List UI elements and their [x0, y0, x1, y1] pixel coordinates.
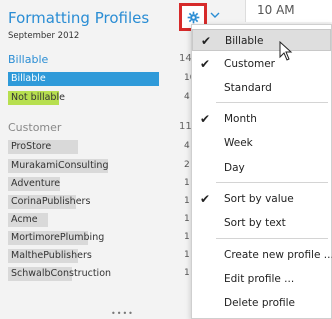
time-label: 10 AM	[257, 3, 295, 17]
billable-row[interactable]: Billable	[8, 72, 159, 86]
menu-item-standard[interactable]: Standard	[192, 77, 331, 99]
customer-row-value: 1	[184, 232, 190, 242]
panel-subtitle: September 2012	[8, 31, 80, 41]
customer-row-adventure[interactable]: Adventure	[8, 177, 60, 191]
resize-handle[interactable]: ••••	[111, 309, 134, 318]
customer-row-value: 1	[184, 214, 190, 224]
customer-row-malthe[interactable]: MalthePublishers	[8, 249, 92, 263]
formatting-profiles-panel: Formatting Profiles September 2012 Billa…	[0, 0, 196, 319]
menu-item-customer[interactable]: ✔ Customer	[192, 53, 331, 75]
menu-item-create-profile[interactable]: Create new profile ...	[192, 244, 332, 266]
billable-section-count: 14	[179, 53, 192, 64]
menu-separator	[216, 238, 328, 239]
menu-item-sort-by-text[interactable]: Sort by text	[192, 212, 331, 234]
menu-item-edit-profile[interactable]: Edit profile ...	[192, 268, 331, 290]
menu-item-label: Billable	[225, 35, 264, 47]
checkmark-icon: ✔	[200, 192, 211, 206]
customer-row-value: 1	[184, 178, 190, 188]
not-billable-row-value: 4	[184, 92, 190, 102]
menu-separator	[216, 182, 328, 183]
menu-item-sort-by-value[interactable]: ✔ Sort by value	[192, 188, 331, 210]
menu-item-label: Create new profile ...	[224, 249, 332, 261]
customer-row-murakami[interactable]: MurakamiConsulting	[8, 159, 109, 173]
menu-item-label: Customer	[224, 58, 276, 70]
menu-item-label: Day	[224, 162, 245, 174]
menu-item-label: Week	[224, 137, 253, 149]
menu-item-billable[interactable]: ✔ Billable	[192, 29, 331, 51]
customer-row-mortimore[interactable]: MortimorePlumbing	[8, 231, 104, 245]
menu-item-week[interactable]: Week	[192, 132, 331, 154]
menu-item-label: Sort by text	[224, 217, 286, 229]
customer-section-count: 11	[179, 121, 192, 132]
customer-row-value: 1	[184, 268, 190, 278]
customer-row-prostore[interactable]: ProStore	[8, 140, 78, 154]
menu-item-delete-profile[interactable]: Delete profile	[192, 292, 331, 314]
checkmark-icon: ✔	[201, 34, 212, 48]
customer-row-value: 4	[184, 141, 190, 151]
menu-item-label: Sort by value	[224, 193, 294, 205]
billable-section-header[interactable]: Billable	[8, 53, 48, 66]
checkmark-icon: ✔	[200, 57, 211, 71]
customer-row-value: 1	[184, 196, 190, 206]
menu-separator	[216, 102, 328, 103]
menu-item-day[interactable]: Day	[192, 157, 331, 179]
calendar-time-cell: 10 AM	[245, 0, 332, 22]
panel-title: Formatting Profiles	[8, 9, 150, 27]
menu-item-label: Edit profile ...	[224, 273, 295, 285]
not-billable-row[interactable]: Not billable	[8, 91, 65, 105]
mouse-cursor-icon	[279, 41, 293, 61]
customer-row-acme[interactable]: Acme	[8, 213, 48, 227]
gear-icon	[187, 11, 199, 23]
checkmark-icon: ✔	[200, 112, 211, 126]
customer-row-corina[interactable]: CorinaPublishers	[8, 195, 90, 209]
menu-item-month[interactable]: ✔ Month	[192, 108, 331, 130]
customer-row-schwalb[interactable]: SchwalbConstruction	[8, 267, 111, 281]
menu-item-label: Month	[224, 113, 257, 125]
chevron-down-icon[interactable]	[210, 11, 220, 19]
customer-row-value: 2	[184, 160, 190, 170]
customer-section-header[interactable]: Customer	[8, 121, 61, 134]
menu-item-label: Delete profile	[224, 297, 296, 309]
menu-item-label: Standard	[224, 82, 272, 94]
customer-row-value: 1	[184, 250, 190, 260]
profile-dropdown-menu: ✔ Billable ✔ Customer Standard ✔ Month W…	[191, 24, 332, 319]
